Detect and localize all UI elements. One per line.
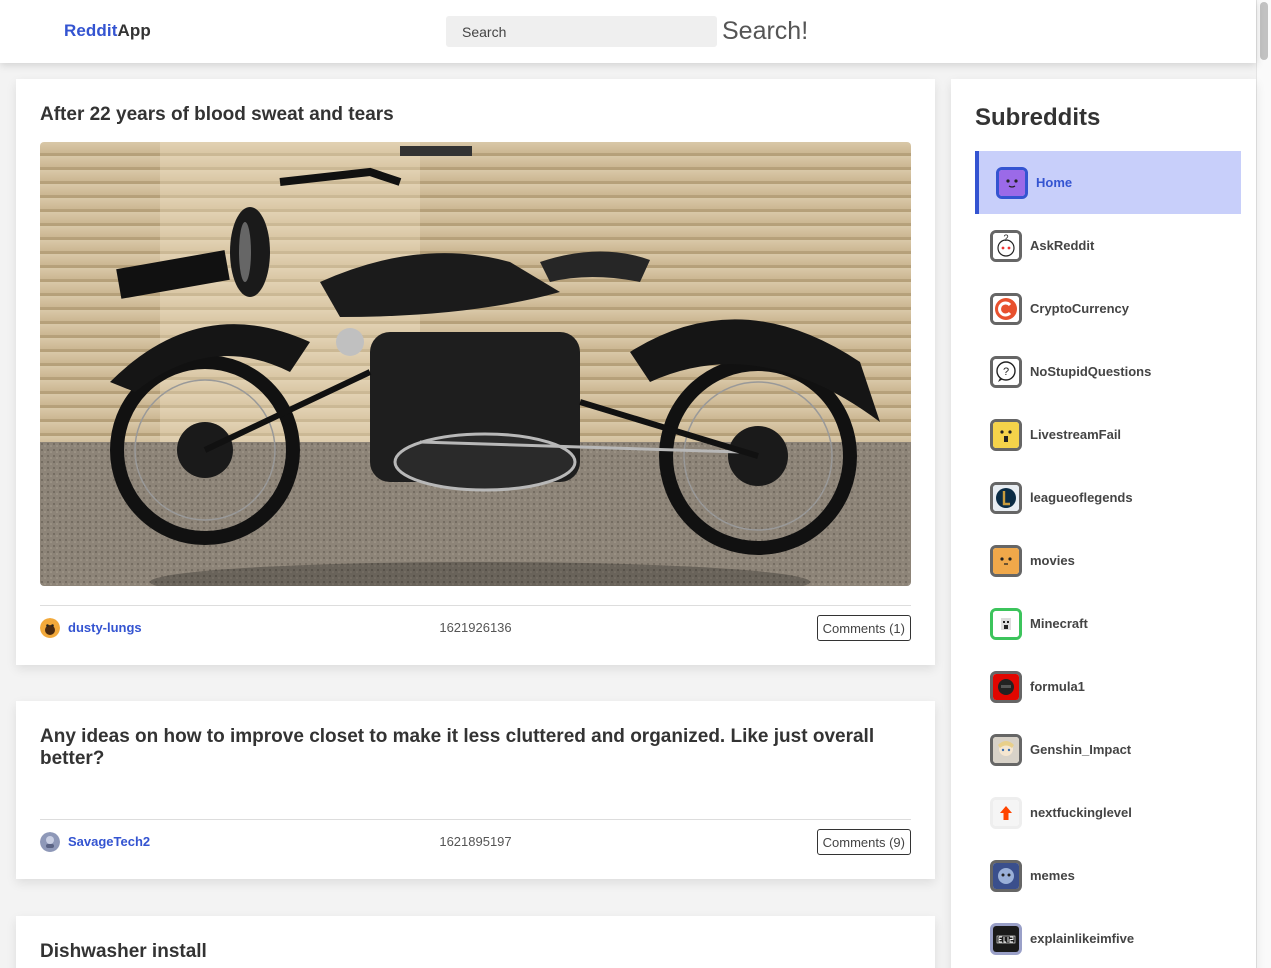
sidebar-title: Subreddits	[975, 104, 1101, 131]
askreddit-icon: ?	[990, 229, 1022, 262]
explainlikeimfive-icon	[990, 922, 1022, 955]
subreddit-item-genshin-impact[interactable]: Genshin_Impact	[975, 718, 1241, 781]
subreddit-item-livestreamfail[interactable]: LivestreamFail	[975, 403, 1241, 466]
subreddits-sidebar: Subreddits Home ? AskReddit CryptoCurren…	[951, 79, 1256, 968]
subreddit-label: memes	[1030, 868, 1075, 883]
minecraft-icon	[990, 607, 1022, 640]
subreddit-label: Genshin_Impact	[1030, 742, 1132, 757]
formula1-icon	[990, 670, 1022, 703]
movies-icon	[990, 544, 1022, 577]
subreddit-item-memes[interactable]: memes	[975, 844, 1241, 907]
comments-button[interactable]: Comments (1)	[816, 615, 911, 641]
genshin-impact-icon	[990, 733, 1022, 766]
scrollbar-thumb[interactable]	[1260, 2, 1268, 60]
post-title[interactable]: After 22 years of blood sweat and tears	[40, 104, 900, 126]
post-title[interactable]: Any ideas on how to improve closet to ma…	[40, 726, 900, 770]
subreddit-item-formula1[interactable]: formula1	[975, 655, 1241, 718]
home-icon	[996, 166, 1028, 199]
svg-text:?: ?	[1003, 366, 1009, 378]
subreddit-label: AskReddit	[1030, 238, 1095, 253]
subreddit-item-cryptocurrency[interactable]: CryptoCurrency	[975, 277, 1241, 340]
cryptocurrency-icon	[990, 292, 1022, 325]
logo-accent-text: Reddit	[64, 21, 118, 40]
subreddit-item-askreddit[interactable]: ? AskReddit	[975, 214, 1241, 277]
logo-rest-text: App	[117, 21, 151, 40]
subreddit-label: nextfuckinglevel	[1030, 805, 1132, 820]
subreddit-label: leagueoflegends	[1030, 490, 1133, 505]
livestreamfail-icon	[990, 418, 1022, 451]
subreddit-label: formula1	[1030, 679, 1085, 694]
subreddit-item-movies[interactable]: movies	[975, 529, 1241, 592]
page-scrollbar[interactable]	[1256, 0, 1271, 968]
top-navbar: RedditApp Search!	[0, 0, 1256, 63]
subreddit-list: Home ? AskReddit CryptoCurrency ? NoStup…	[975, 151, 1241, 968]
svg-text:?: ?	[1003, 233, 1008, 243]
subreddit-label: Home	[1036, 175, 1073, 190]
post-timestamp: 1621926136	[439, 620, 512, 635]
post-card: Dishwasher install	[16, 916, 935, 968]
nextfuckinglevel-icon	[990, 796, 1022, 829]
subreddit-label: Minecraft	[1030, 616, 1088, 631]
post-footer: dusty-lungs 1621926136 Comments (1)	[40, 605, 911, 649]
post-image[interactable]	[40, 142, 911, 586]
memes-icon	[990, 859, 1022, 892]
subreddit-label: movies	[1030, 553, 1075, 568]
app-logo[interactable]: RedditApp	[64, 21, 151, 41]
search-input[interactable]	[446, 16, 717, 47]
nostupidquestions-icon: ?	[990, 355, 1022, 388]
post-card: After 22 years of blood sweat and tears	[16, 79, 935, 665]
post-footer: SavageTech2 1621895197 Comments (9)	[40, 819, 911, 863]
subreddit-label: CryptoCurrency	[1030, 301, 1129, 316]
post-timestamp: 1621895197	[439, 834, 512, 849]
subreddit-item-nextfuckinglevel[interactable]: nextfuckinglevel	[975, 781, 1241, 844]
subreddit-label: LivestreamFail	[1030, 427, 1122, 442]
subreddit-item-nostupidquestions[interactable]: ? NoStupidQuestions	[975, 340, 1241, 403]
subreddit-label: NoStupidQuestions	[1030, 364, 1152, 379]
subreddit-item-explainlikeimfive[interactable]: explainlikeimfive	[975, 907, 1241, 968]
leagueoflegends-icon	[990, 481, 1022, 514]
subreddit-item-home[interactable]: Home	[975, 151, 1241, 214]
search-button[interactable]: Search!	[722, 15, 808, 47]
comments-button[interactable]: Comments (9)	[816, 829, 911, 855]
post-title[interactable]: Dishwasher install	[40, 941, 900, 963]
subreddit-item-leagueoflegends[interactable]: leagueoflegends	[975, 466, 1241, 529]
post-card: Any ideas on how to improve closet to ma…	[16, 701, 935, 879]
subreddit-label: explainlikeimfive	[1030, 931, 1135, 946]
subreddit-item-minecraft[interactable]: Minecraft	[975, 592, 1241, 655]
